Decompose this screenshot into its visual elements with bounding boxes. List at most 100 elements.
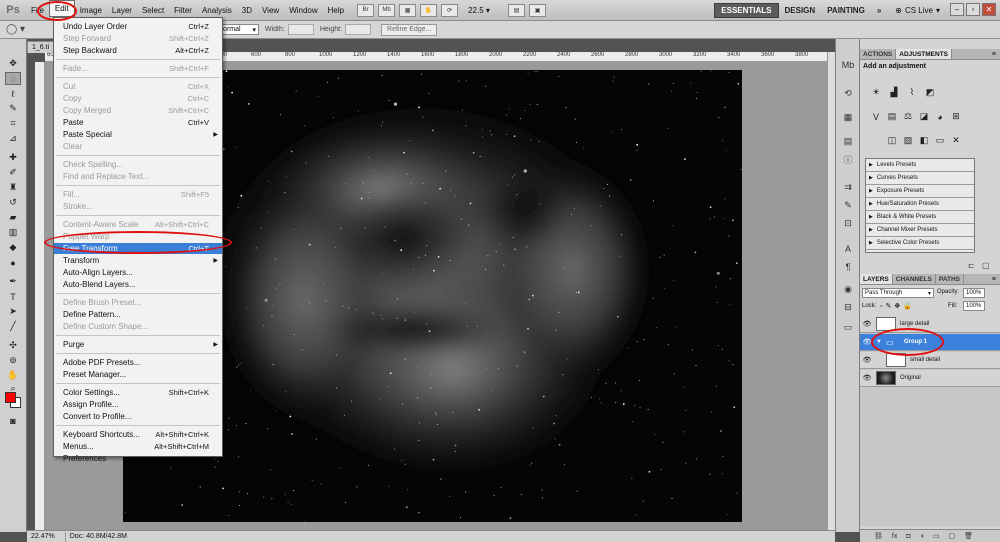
mini-bridge-icon[interactable]: Mb <box>842 59 855 71</box>
clone-stamp-tool-icon[interactable]: ♜ <box>5 181 21 194</box>
invert-icon[interactable]: ◫ <box>886 135 898 146</box>
threshold-icon[interactable]: ◧ <box>918 135 930 146</box>
visibility-eye-icon[interactable]: 👁 <box>863 320 872 328</box>
exposure-icon[interactable]: ◩ <box>924 87 936 98</box>
edit-menu-item-copy-merged[interactable]: Copy Merged Shift+Ctrl+C <box>54 105 222 116</box>
curves-icon[interactable]: ⌇ <box>906 87 918 98</box>
opacity-field[interactable]: 100% <box>963 288 985 298</box>
trash-icon[interactable]: 🗑 <box>964 532 973 540</box>
measurement-icon[interactable]: ⊟ <box>842 301 854 313</box>
history-icon[interactable]: ⟲ <box>842 87 854 99</box>
mask-icon[interactable]: ◘ <box>906 533 910 540</box>
foreground-color-swatch[interactable] <box>5 392 16 403</box>
preset-item[interactable]: ▶ Black & White Presets <box>866 211 974 224</box>
more-workspaces-button[interactable]: » <box>871 3 887 18</box>
posterize-icon[interactable]: ▧ <box>902 135 914 146</box>
layer-row[interactable]: 👁 small detail <box>860 352 1000 369</box>
visibility-eye-icon[interactable]: 👁 <box>863 356 872 364</box>
edit-menu-item-preferences[interactable]: Preferences ▶ <box>54 453 222 464</box>
lasso-tool-icon[interactable]: ℓ <box>5 87 21 100</box>
preset-item[interactable]: ▶ Hue/Saturation Presets <box>866 198 974 211</box>
clip-icon[interactable]: ⊏ <box>968 261 975 270</box>
preset-item[interactable]: ▶ Exposure Presets <box>866 185 974 198</box>
edit-menu-item-keyboard-shortcuts[interactable]: Keyboard Shortcuts... Alt+Shift+Ctrl+K <box>54 429 222 440</box>
vertical-scrollbar[interactable] <box>827 52 835 530</box>
menu-window[interactable]: Window <box>284 0 322 21</box>
tab-paths[interactable]: PATHS <box>936 274 964 284</box>
edit-menu-item-define-brush-preset[interactable]: Define Brush Preset... <box>54 297 222 308</box>
quick-mask-icon[interactable]: ◙ <box>5 414 21 427</box>
edit-menu-item-step-backward[interactable]: Step Backward Alt+Ctrl+Z <box>54 45 222 56</box>
blend-mode-select[interactable]: Pass Through ▾ <box>862 288 934 298</box>
clone-source-icon[interactable]: ⊡ <box>842 217 854 229</box>
crop-tool-icon[interactable]: ⌗ <box>5 117 21 130</box>
zoom-status[interactable]: 22.47% <box>31 533 55 540</box>
edit-menu-item-paste-special[interactable]: Paste Special ▶ <box>54 129 222 140</box>
quick-select-tool-icon[interactable]: ✎ <box>5 102 21 115</box>
workspace-essentials[interactable]: ESSENTIALS <box>714 2 779 18</box>
folder-icon[interactable]: ▭ <box>933 532 940 540</box>
marquee-tool-icon[interactable]: ◌ <box>5 72 21 85</box>
3d-orbit-tool-icon[interactable]: ⊚ <box>5 354 21 367</box>
minimize-button[interactable]: – <box>950 3 964 16</box>
height-field[interactable] <box>345 24 372 35</box>
bridge-button[interactable]: Br <box>357 3 375 17</box>
brightness-contrast-icon[interactable]: ☀ <box>870 87 882 98</box>
cs-live-button[interactable]: ⊕ CS Live ▾ <box>895 6 940 15</box>
brush-icon[interactable]: ✎ <box>842 199 854 211</box>
edit-menu-item-define-custom-shape[interactable]: Define Custom Shape... <box>54 321 222 332</box>
tab-actions[interactable]: ACTIONS <box>860 49 897 59</box>
tab-channels[interactable]: CHANNELS <box>893 274 936 284</box>
maximize-button[interactable]: ▫ <box>966 3 980 16</box>
edit-menu-item-find-and-replace-text[interactable]: Find and Replace Text... <box>54 171 222 182</box>
layer-row[interactable]: 👁 large detail <box>860 316 1000 333</box>
3d-icon[interactable]: ◉ <box>842 283 854 295</box>
menu-help[interactable]: Help <box>323 0 349 21</box>
brush-tool-icon[interactable]: ✐ <box>5 166 21 179</box>
shape-tool-icon[interactable]: ╱ <box>5 320 21 333</box>
edit-menu-item-transform[interactable]: Transform ▶ <box>54 255 222 266</box>
edit-menu-item-assign-profile[interactable]: Assign Profile... <box>54 399 222 410</box>
info-icon[interactable]: ⓘ <box>842 153 854 165</box>
eraser-tool-icon[interactable]: ▰ <box>5 211 21 224</box>
preset-item[interactable]: ▶ Levels Presets <box>866 159 974 172</box>
edit-menu-item-preset-manager[interactable]: Preset Manager... <box>54 369 222 380</box>
edit-menu-item-cut[interactable]: Cut Ctrl+X <box>54 81 222 92</box>
type-tool-icon[interactable]: T <box>5 290 21 303</box>
edit-menu-item-copy[interactable]: Copy Ctrl+C <box>54 93 222 104</box>
menu-3d[interactable]: 3D <box>237 0 257 21</box>
layer-group-row[interactable]: 👁 ▼ ▭ Group 1 <box>860 334 1000 351</box>
selective-color-icon[interactable]: ✕ <box>950 135 962 146</box>
width-field[interactable] <box>287 24 314 35</box>
adjustment-icon[interactable]: ◑ <box>920 533 924 540</box>
edit-menu-item-auto-align-layers[interactable]: Auto-Align Layers... <box>54 267 222 278</box>
visibility-eye-icon[interactable]: 👁 <box>863 338 872 346</box>
move-tool-icon[interactable]: ✥ <box>5 57 21 70</box>
edit-menu-item-purge[interactable]: Purge ▶ <box>54 339 222 350</box>
preset-item[interactable]: ▶ Selective Color Presets <box>866 237 974 250</box>
workspace-painting[interactable]: PAINTING <box>821 3 871 18</box>
edit-menu-item-puppet-warp[interactable]: Puppet Warp <box>54 231 222 242</box>
healing-brush-tool-icon[interactable]: ✚ <box>5 151 21 164</box>
hand-tool-icon[interactable]: ✋ <box>5 369 21 382</box>
channel-mixer-icon[interactable]: ⊞ <box>950 111 962 122</box>
hue-saturation-icon[interactable]: ▤ <box>886 111 898 122</box>
hand-zoom-button[interactable]: ✋ <box>420 3 438 17</box>
rotate-view-button[interactable]: ⟳ <box>441 3 459 17</box>
edit-menu-item-fade[interactable]: Fade... Shift+Ctrl+F <box>54 63 222 74</box>
fx-icon[interactable]: fx <box>892 533 897 540</box>
refine-edge-button[interactable]: Refine Edge... <box>381 23 438 36</box>
brush-presets-icon[interactable]: ⇉ <box>842 181 854 193</box>
navigator-icon[interactable]: ▦ <box>842 111 854 123</box>
edit-menu-item-clear[interactable]: Clear <box>54 141 222 152</box>
close-button[interactable]: ✕ <box>982 3 996 16</box>
arrange-documents-button[interactable]: ▤ <box>508 3 526 17</box>
menu-view[interactable]: View <box>257 0 284 21</box>
tab-adjustments[interactable]: ADJUSTMENTS <box>896 49 953 59</box>
eyedropper-tool-icon[interactable]: ⊿ <box>5 132 21 145</box>
vibrance-icon[interactable]: V <box>870 111 882 122</box>
animation-icon[interactable]: ▭ <box>842 321 854 333</box>
mini-bridge-button[interactable]: Mb <box>378 3 396 17</box>
black-white-icon[interactable]: ◪ <box>918 111 930 122</box>
dodge-tool-icon[interactable]: ● <box>5 256 21 269</box>
